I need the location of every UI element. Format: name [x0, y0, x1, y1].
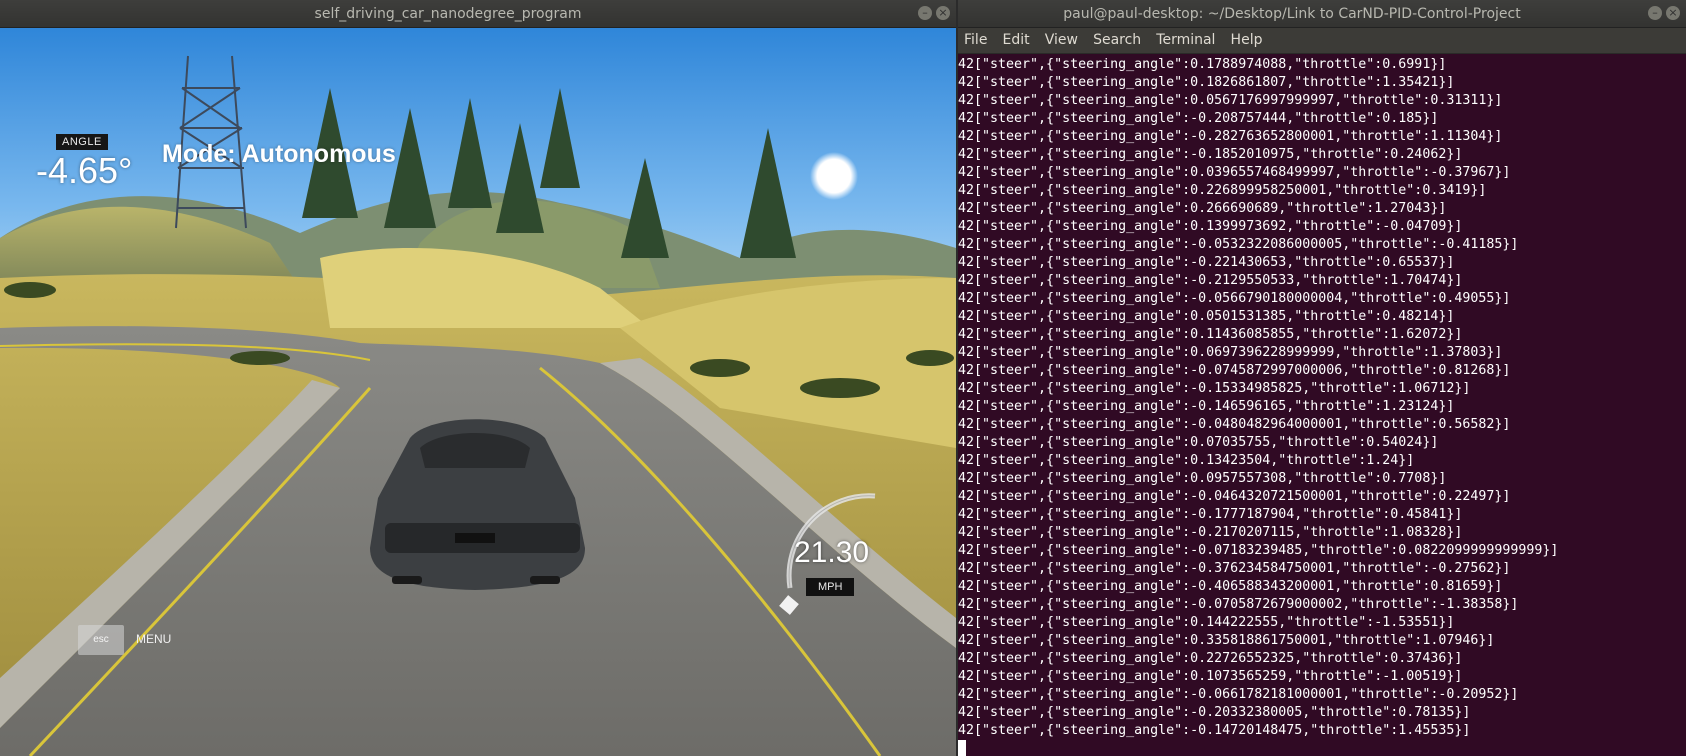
terminal-cursor — [958, 740, 966, 756]
terminal-line: 42["steer",{"steering_angle":0.069739622… — [958, 345, 1503, 360]
driving-mode-label: Mode: Autonomous — [162, 140, 396, 168]
terminal-line: 42["steer",{"steering_angle":-0.17771879… — [958, 507, 1463, 522]
menu-edit[interactable]: Edit — [1003, 32, 1030, 48]
simulator-window-title: self_driving_car_nanodegree_program — [314, 6, 582, 22]
terminal-line: 42["steer",{"steering_angle":-0.14659616… — [958, 399, 1455, 414]
close-icon[interactable]: × — [1666, 6, 1680, 20]
menu-file[interactable]: File — [964, 32, 987, 48]
terminal-lines: 42["steer",{"steering_angle":0.178897408… — [958, 54, 1686, 756]
terminal-line: 42["steer",{"steering_angle":-0.37623458… — [958, 561, 1511, 576]
terminal-line: 42["steer",{"steering_angle":-0.07058726… — [958, 597, 1519, 612]
terminal-line: 42["steer",{"steering_angle":0.107356525… — [958, 669, 1463, 684]
terminal-prompt-line[interactable] — [958, 740, 1686, 756]
driving-scene-render — [0, 28, 956, 756]
terminal-line: 42["steer",{"steering_angle":-0.06617821… — [958, 687, 1519, 702]
terminal-line: 42["steer",{"steering_angle":-0.20875744… — [958, 111, 1439, 126]
terminal-line: 42["steer",{"steering_angle":-0.14720148… — [958, 723, 1471, 738]
terminal-window-title: paul@paul-desktop: ~/Desktop/Link to Car… — [1063, 6, 1521, 22]
minimize-icon[interactable]: – — [1648, 6, 1662, 20]
terminal-line: 42["steer",{"steering_angle":-0.15334985… — [958, 381, 1471, 396]
terminal-line: 42["steer",{"steering_angle":-0.05323220… — [958, 237, 1519, 252]
angle-label: ANGLE — [56, 134, 108, 150]
terminal-line: 42["steer",{"steering_angle":-0.22143065… — [958, 255, 1455, 270]
terminal-line: 42["steer",{"steering_angle":-0.04643207… — [958, 489, 1511, 504]
terminal-line: 42["steer",{"steering_angle":0.178897408… — [958, 57, 1447, 72]
terminal-line: 42["steer",{"steering_angle":0.050153138… — [958, 309, 1455, 324]
terminal-line: 42["steer",{"steering_angle":0.095755730… — [958, 471, 1447, 486]
terminal-line: 42["steer",{"steering_angle":-0.21295505… — [958, 273, 1463, 288]
terminal-line: 42["steer",{"steering_angle":-0.21702071… — [958, 525, 1463, 540]
terminal-line: 42["steer",{"steering_angle":0.139997369… — [958, 219, 1463, 234]
terminal-line: 42["steer",{"steering_angle":0.039655746… — [958, 165, 1511, 180]
terminal-line: 42["steer",{"steering_angle":0.056717699… — [958, 93, 1503, 108]
terminal-line: 42["steer",{"steering_angle":-0.18520109… — [958, 147, 1463, 162]
simulator-scene: ANGLE -4.65° Mode: Autonomous 21.30 MPH … — [0, 28, 956, 756]
terminal-line: 42["steer",{"steering_angle":0.13423504,… — [958, 453, 1415, 468]
terminal-line: 42["steer",{"steering_angle":0.182686180… — [958, 75, 1455, 90]
terminal-line: 42["steer",{"steering_angle":-0.20332380… — [958, 705, 1471, 720]
menu-search[interactable]: Search — [1093, 32, 1141, 48]
terminal-line: 42["steer",{"steering_angle":-0.40658834… — [958, 579, 1503, 594]
menu-terminal[interactable]: Terminal — [1156, 32, 1215, 48]
speed-unit-badge: MPH — [806, 578, 855, 596]
terminal-titlebar[interactable]: paul@paul-desktop: ~/Desktop/Link to Car… — [958, 0, 1686, 28]
terminal-line: 42["steer",{"steering_angle":0.07035755,… — [958, 435, 1439, 450]
terminal-menubar: File Edit View Search Terminal Help — [958, 28, 1686, 54]
simulator-window: self_driving_car_nanodegree_program – × — [0, 0, 956, 756]
terminal-line: 42["steer",{"steering_angle":0.226899958… — [958, 183, 1487, 198]
terminal-line: 42["steer",{"steering_angle":-0.04804829… — [958, 417, 1511, 432]
esc-button[interactable]: esc — [78, 625, 124, 655]
menu-label: MENU — [136, 632, 172, 646]
terminal-line: 42["steer",{"steering_angle":0.266690689… — [958, 201, 1447, 216]
terminal-window: paul@paul-desktop: ~/Desktop/Link to Car… — [958, 0, 1686, 756]
minimize-icon[interactable]: – — [918, 6, 932, 20]
steering-angle-value: -4.65° — [36, 150, 133, 191]
terminal-line: 42["steer",{"steering_angle":0.114360858… — [958, 327, 1463, 342]
close-icon[interactable]: × — [936, 6, 950, 20]
speed-value: 21.30 — [794, 536, 870, 569]
menu-help[interactable]: Help — [1231, 32, 1263, 48]
terminal-line: 42["steer",{"steering_angle":-0.07458729… — [958, 363, 1511, 378]
terminal-output[interactable]: 42["steer",{"steering_angle":0.178897408… — [958, 54, 1686, 756]
terminal-line: 42["steer",{"steering_angle":0.335818861… — [958, 633, 1495, 648]
terminal-line: 42["steer",{"steering_angle":0.227265523… — [958, 651, 1463, 666]
menu-view[interactable]: View — [1045, 32, 1078, 48]
terminal-line: 42["steer",{"steering_angle":-0.28276365… — [958, 129, 1503, 144]
simulator-titlebar[interactable]: self_driving_car_nanodegree_program – × — [0, 0, 956, 28]
terminal-line: 42["steer",{"steering_angle":-0.05667901… — [958, 291, 1511, 306]
terminal-line: 42["steer",{"steering_angle":-0.07183239… — [958, 543, 1559, 558]
terminal-line: 42["steer",{"steering_angle":0.144222555… — [958, 615, 1455, 630]
